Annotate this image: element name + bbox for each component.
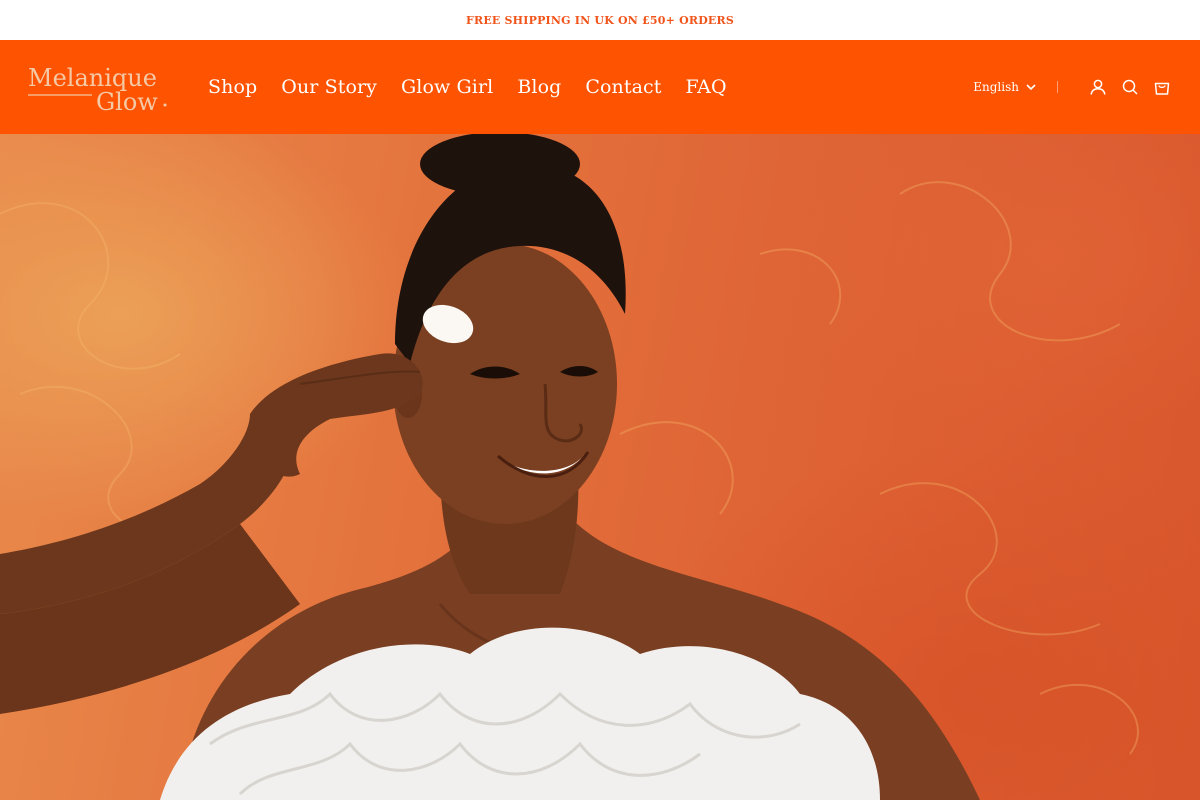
hero-image bbox=[0, 134, 1139, 800]
account-icon[interactable] bbox=[1088, 77, 1108, 97]
tools-divider bbox=[1057, 81, 1058, 93]
nav-shop[interactable]: Shop bbox=[208, 76, 257, 98]
site-header: Melanique Glow Shop Our Story Glow Girl … bbox=[0, 40, 1200, 134]
nav-faq[interactable]: FAQ bbox=[686, 76, 727, 98]
logo-line2: Glow bbox=[96, 88, 158, 114]
chevron-down-icon bbox=[1026, 84, 1036, 91]
announcement-bar: FREE SHIPPING IN UK ON £50+ ORDERS bbox=[0, 0, 1200, 40]
language-label: English bbox=[973, 80, 1019, 94]
main-nav: Shop Our Story Glow Girl Blog Contact FA… bbox=[208, 40, 751, 134]
brand-logo-mark: Melanique Glow bbox=[28, 64, 167, 116]
nav-blog[interactable]: Blog bbox=[517, 76, 561, 98]
nav-our-story[interactable]: Our Story bbox=[281, 76, 377, 98]
nav-glow-girl[interactable]: Glow Girl bbox=[401, 76, 493, 98]
header-tools: English bbox=[973, 40, 1172, 134]
cart-icon[interactable] bbox=[1152, 77, 1172, 97]
logo-mark-dot bbox=[163, 103, 167, 107]
language-selector[interactable]: English bbox=[973, 80, 1037, 94]
nav-contact[interactable]: Contact bbox=[585, 76, 661, 98]
brand-logo[interactable]: Melanique Glow bbox=[28, 62, 168, 116]
search-icon[interactable] bbox=[1120, 77, 1140, 97]
announcement-text: FREE SHIPPING IN UK ON £50+ ORDERS bbox=[465, 13, 735, 27]
hero-banner bbox=[0, 134, 1200, 800]
